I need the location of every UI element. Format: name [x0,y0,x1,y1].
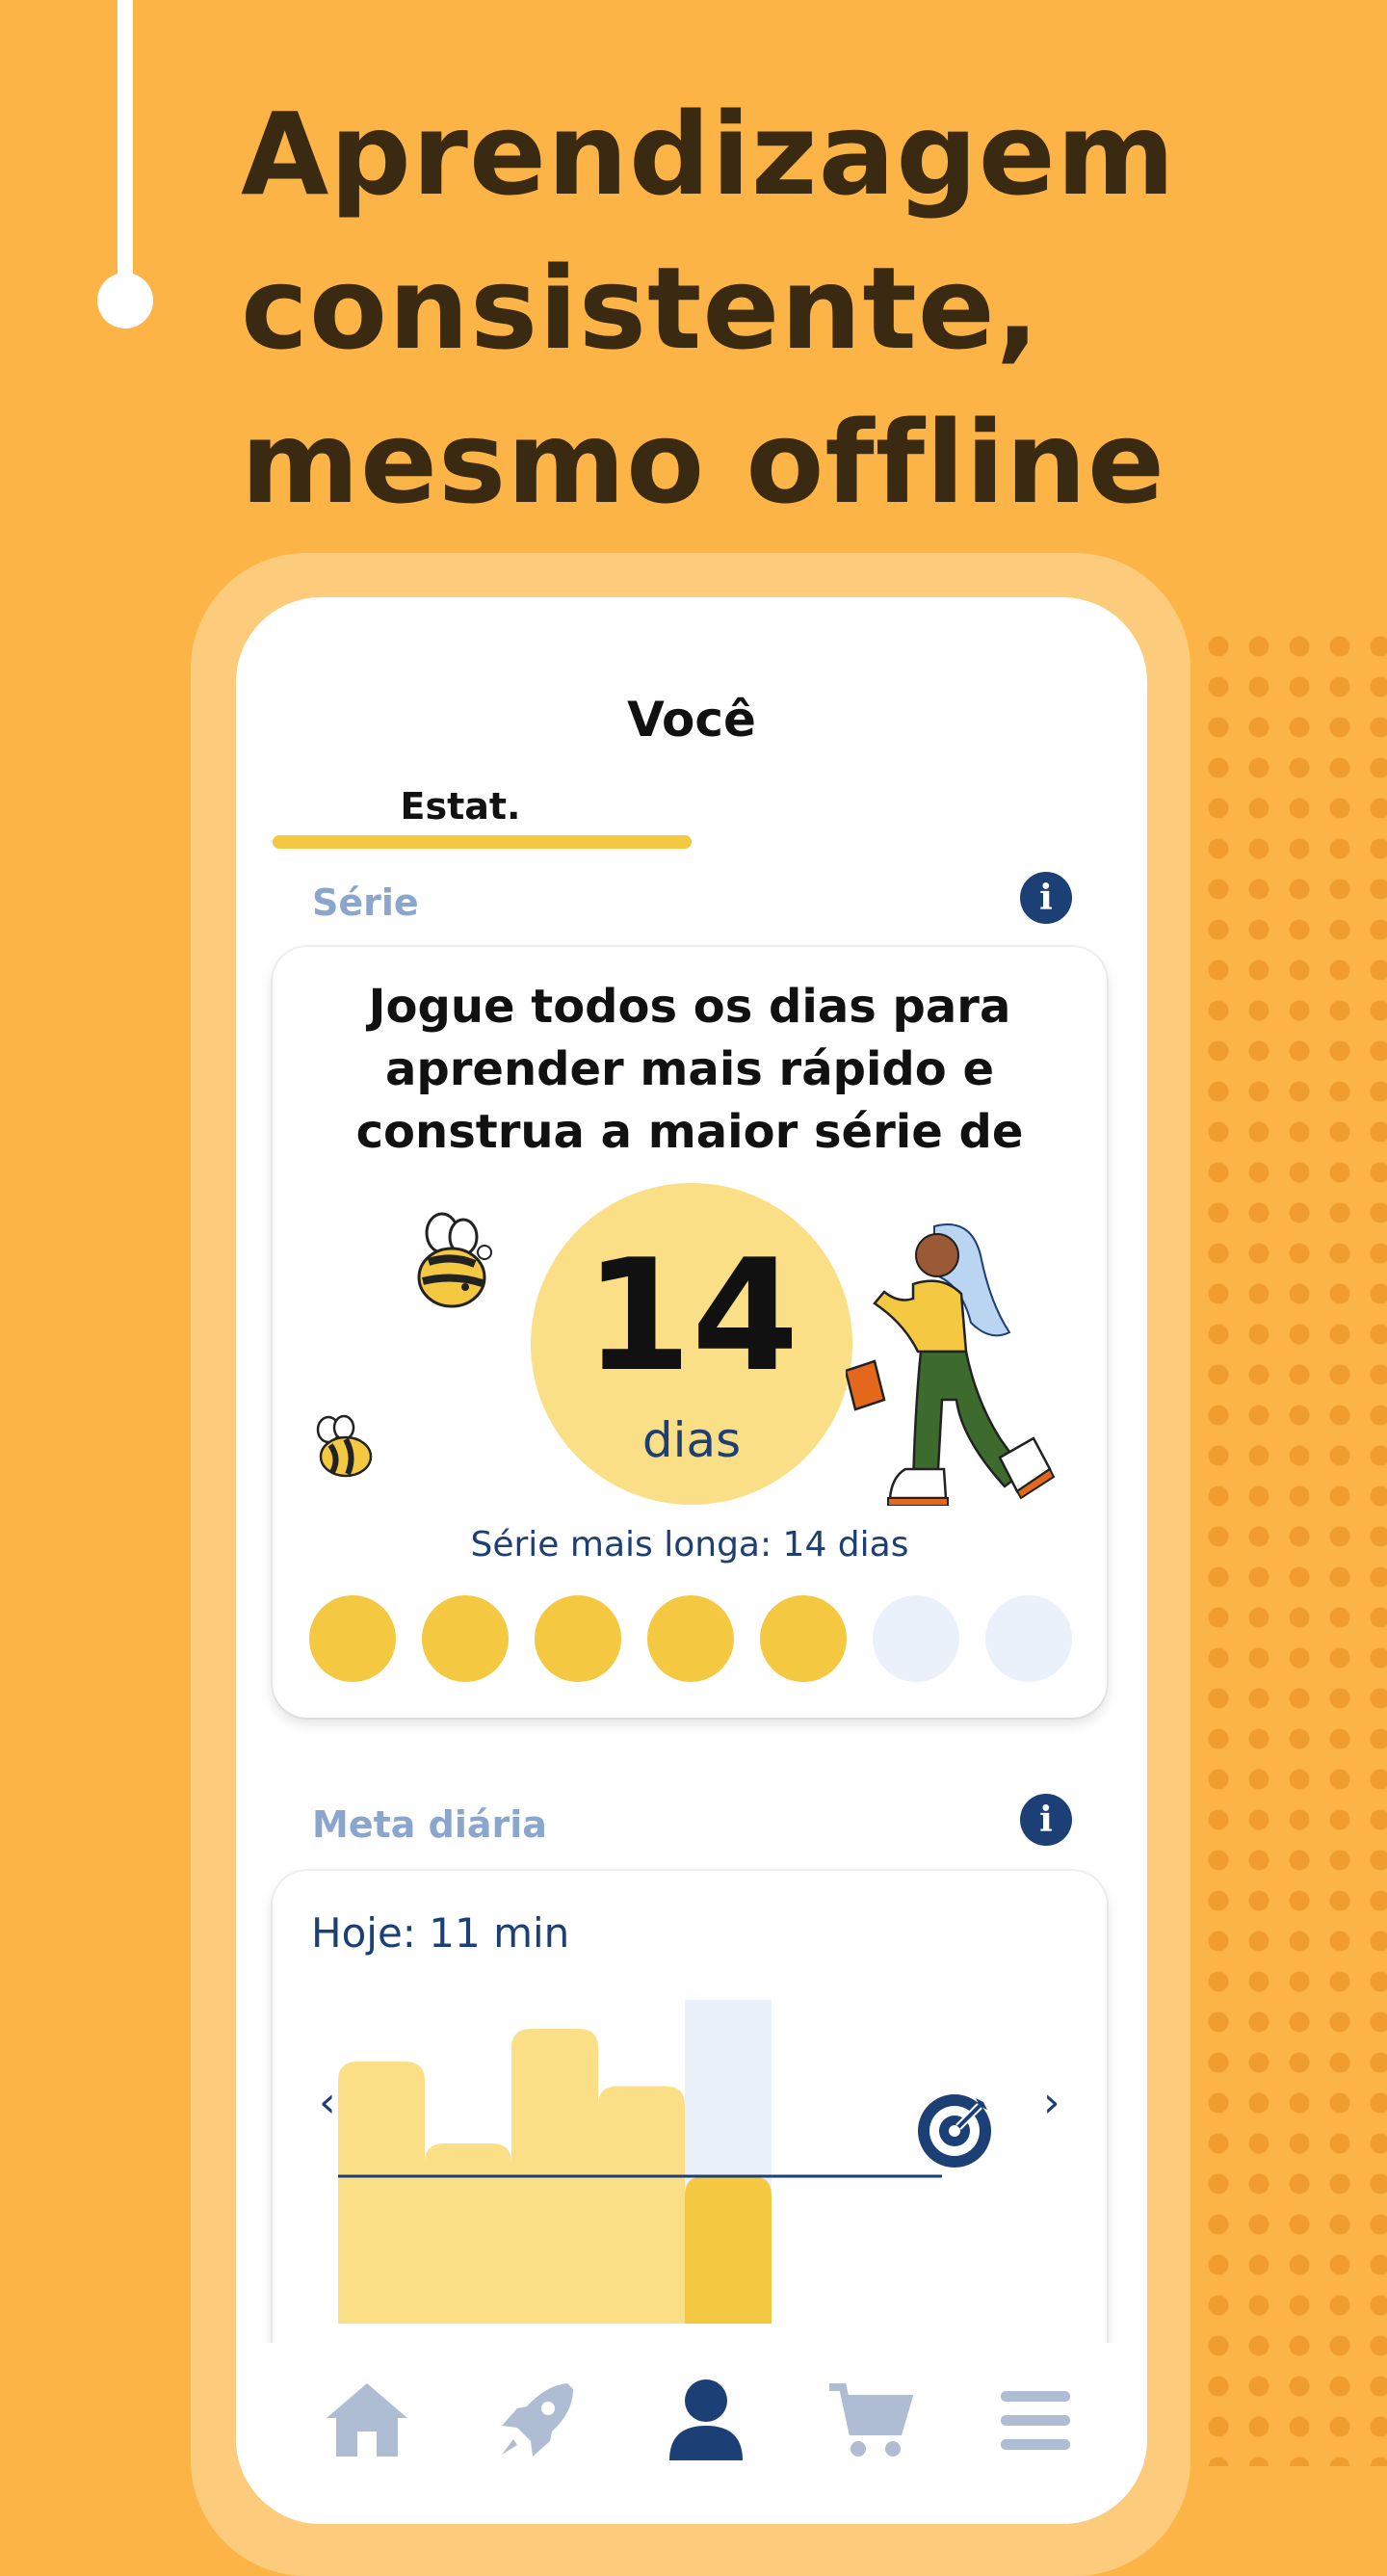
chart-prev-arrow[interactable]: ‹ [319,2078,336,2127]
streak-message: Jogue todos os dias para aprender mais r… [355,980,1024,1159]
decorative-line [118,0,133,289]
tab-stats-label: Estat. [400,785,521,828]
streak-info-icon[interactable]: i [1020,872,1072,924]
daily-goal-section-label: Meta diária [312,1803,547,1846]
user-icon[interactable] [658,2372,754,2468]
home-icon[interactable] [319,2372,415,2468]
chart-bar [685,2176,772,2324]
streak-card: Jogue todos os dias para aprender mais r… [273,947,1107,1718]
today-minutes: Hoje: 11 min [311,1909,570,1957]
chart-next-arrow[interactable]: › [1043,2078,1060,2127]
week-day-dot [535,1595,621,1682]
week-day-dot [985,1595,1072,1682]
decorative-dot [97,273,153,329]
streak-count-circle: 14 dias [531,1183,852,1505]
phone-screen: Você Estat. Série i Jogue todos os dias … [236,597,1147,2524]
week-day-dot [647,1595,734,1682]
bee-illustration-small [316,1414,373,1478]
girl-watering-illustration [846,1223,1056,1506]
menu-icon[interactable] [987,2372,1084,2468]
longest-streak: Série mais longa: 14 dias [470,1525,909,1564]
streak-count: 14 [584,1225,799,1406]
tab-active-indicator [273,835,692,849]
streak-unit: dias [641,1412,742,1468]
chart-bar [338,2062,425,2324]
screen-title: Você [627,692,756,748]
daily-goal-info-icon[interactable]: i [1020,1794,1072,1846]
week-day-dot [309,1595,396,1682]
chart-bar [598,2086,685,2324]
chart-bar [425,2143,511,2324]
tab-stats[interactable]: Estat. [273,785,696,853]
week-progress [309,1595,1072,1682]
streak-section-label: Série [312,881,419,924]
cart-icon[interactable] [822,2372,918,2468]
headline: Aprendizagem consistente, mesmo offline [241,88,1176,529]
rocket-icon[interactable] [488,2372,585,2468]
goal-target-icon [918,2094,991,2168]
week-day-dot [760,1595,847,1682]
week-day-dot [873,1595,959,1682]
bee-illustration-large [417,1212,492,1308]
daily-goal-chart: ‹ › [319,2000,1060,2324]
bottom-navigation [236,2343,1147,2524]
week-day-dot [422,1595,509,1682]
